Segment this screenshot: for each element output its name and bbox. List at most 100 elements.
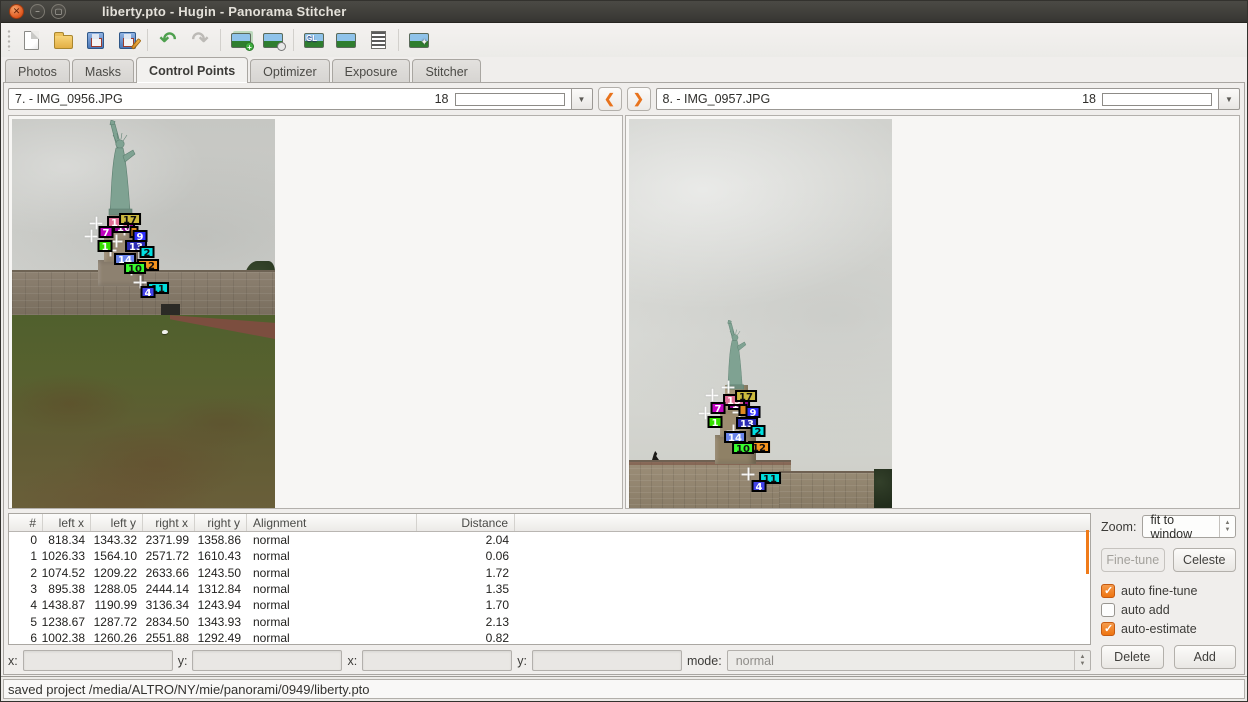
auto-fine-tune-checkbox[interactable] — [1101, 584, 1115, 598]
cp-marker-2[interactable]: 2 — [140, 246, 155, 258]
cp-table-row[interactable]: 0818.341343.322371.991358.86normal2.04 — [9, 532, 1090, 548]
right-image-combo[interactable]: 8. - IMG_0957.JPG 18 ▼ — [656, 88, 1241, 110]
save-project-as-button[interactable] — [112, 26, 142, 54]
delete-add-buttons: Delete Add — [1101, 645, 1236, 672]
cp-marker-2[interactable]: 2 — [751, 425, 766, 437]
zoom-combo[interactable]: fit to window ▲▼ — [1142, 515, 1236, 538]
assistant-button[interactable]: ✦ — [404, 26, 434, 54]
spinner-arrows-icon[interactable]: ▲▼ — [1219, 516, 1235, 537]
save-project-button[interactable] — [80, 26, 110, 54]
delete-button[interactable]: Delete — [1101, 645, 1164, 669]
cp-marker-10[interactable]: 10 — [732, 442, 754, 454]
right-photo-canvas[interactable]: 161517791132141210114 — [629, 119, 892, 509]
checkbox-row-auto-add[interactable]: auto add — [1101, 603, 1236, 617]
title-bar[interactable]: ✕ − ▢ liberty.pto - Hugin - Panorama Sti… — [1, 1, 1247, 23]
save-icon — [87, 32, 104, 49]
previous-pair-button[interactable]: ❮ — [598, 87, 622, 111]
wand-icon: ✦ — [420, 37, 428, 48]
tab-optimizer[interactable]: Optimizer — [250, 59, 329, 83]
close-button[interactable]: ✕ — [9, 4, 24, 19]
tab-photos[interactable]: Photos — [5, 59, 70, 83]
toolbar: ↶ ↷ + GL ✦ — [1, 23, 1247, 57]
cp-marker-4[interactable]: 4 — [141, 286, 156, 298]
add-button[interactable]: Add — [1174, 645, 1237, 669]
y1-label: y: — [178, 654, 188, 668]
left-image-combo[interactable]: 7. - IMG_0956.JPG 18 ▼ — [8, 88, 593, 110]
column-header[interactable]: left y — [91, 514, 143, 531]
tab-masks[interactable]: Masks — [72, 59, 134, 83]
minimize-button[interactable]: − — [30, 4, 45, 19]
cp-marker-1[interactable]: 1 — [708, 416, 723, 428]
left-x-input[interactable] — [23, 650, 173, 671]
coordinate-bar: x: y: x: y: mode: normal ▲▼ — [8, 645, 1091, 673]
spinner-arrows-icon[interactable]: ▲▼ — [1074, 651, 1090, 670]
cp-marker-17[interactable]: 17 — [735, 390, 757, 402]
mode-combo[interactable]: normal ▲▼ — [727, 650, 1091, 671]
right-x-input[interactable] — [362, 650, 512, 671]
redo-button[interactable]: ↷ — [185, 26, 215, 54]
cp-table-row[interactable]: 41438.871190.993136.341243.94normal1.70 — [9, 597, 1090, 613]
mode-value: normal — [728, 654, 1074, 668]
tab-exposure[interactable]: Exposure — [332, 59, 411, 83]
cp-marker-7[interactable]: 7 — [99, 226, 114, 238]
column-header[interactable]: right y — [195, 514, 247, 531]
cp-crosshair[interactable] — [706, 389, 719, 402]
cp-marker-7[interactable]: 7 — [711, 402, 726, 414]
undo-button[interactable]: ↶ — [153, 26, 183, 54]
right-image-pane[interactable]: 161517791132141210114 — [625, 115, 1240, 509]
cp-crosshair[interactable] — [85, 230, 98, 243]
column-header[interactable]: left x — [43, 514, 91, 531]
open-project-button[interactable] — [48, 26, 78, 54]
auto-add-checkbox[interactable] — [1101, 603, 1115, 617]
tab-stitcher[interactable]: Stitcher — [412, 59, 480, 83]
right-image-field[interactable]: 8. - IMG_0957.JPG 18 — [656, 88, 1220, 110]
control-point-table[interactable]: #left xleft yright xright yAlignmentDist… — [8, 513, 1091, 645]
table-column: #left xleft yright xright yAlignmentDist… — [8, 513, 1091, 674]
status-message: saved project /media/ALTRO/NY/mie/panora… — [3, 679, 1245, 699]
statue-of-liberty — [98, 120, 142, 216]
cp-marker-1[interactable]: 1 — [98, 240, 113, 252]
left-image-pane[interactable]: 161517791132141210114 — [8, 115, 623, 509]
maximize-button[interactable]: ▢ — [51, 4, 66, 19]
cp-table-header: #left xleft yright xright yAlignmentDist… — [9, 514, 1090, 532]
gl-preview-button[interactable]: GL — [299, 26, 329, 54]
cp-table-row[interactable]: 21074.521209.222633.661243.50normal1.72 — [9, 565, 1090, 581]
toolbar-grip[interactable] — [6, 29, 12, 51]
right-image-dropdown-button[interactable]: ▼ — [1219, 88, 1240, 110]
add-images-button[interactable]: + — [226, 26, 256, 54]
cp-table-row[interactable]: 3895.381288.052444.141312.84normal1.35 — [9, 581, 1090, 597]
cp-crosshair[interactable] — [742, 468, 755, 481]
status-bar: saved project /media/ALTRO/NY/mie/panora… — [1, 676, 1247, 701]
left-y-input[interactable] — [192, 650, 342, 671]
preview-button[interactable] — [331, 26, 361, 54]
vertical-scrollbar[interactable] — [1086, 530, 1089, 574]
left-photo-canvas[interactable]: 161517791132141210114 — [12, 119, 275, 509]
cp-marker-4[interactable]: 4 — [752, 480, 767, 492]
new-project-button[interactable] — [16, 26, 46, 54]
checkbox-row-auto-fine-tune[interactable]: auto fine-tune — [1101, 584, 1236, 598]
cp-marker-17[interactable]: 17 — [119, 213, 141, 225]
cp-table-row[interactable]: 61002.381260.262551.881292.49normal0.82 — [9, 630, 1090, 645]
cp-table-row[interactable]: 11026.331564.102571.721610.43normal0.06 — [9, 548, 1090, 564]
cp-marker-10[interactable]: 10 — [124, 262, 146, 274]
right-y-input[interactable] — [532, 650, 682, 671]
add-time-series-button[interactable] — [258, 26, 288, 54]
checkbox-row-auto-estimate[interactable]: auto-estimate — [1101, 622, 1236, 636]
column-header[interactable]: Distance — [417, 514, 515, 531]
celeste-button[interactable]: Celeste — [1173, 548, 1237, 572]
fine-tune-button[interactable]: Fine-tune — [1101, 548, 1165, 572]
cp-crosshair[interactable] — [722, 381, 735, 394]
gl-preview-icon: GL — [304, 33, 324, 48]
gl-label: GL — [306, 34, 317, 44]
column-header[interactable]: Alignment — [247, 514, 417, 531]
cp-table-row[interactable]: 51238.671287.722834.501343.93normal2.13 — [9, 613, 1090, 629]
lawn — [12, 315, 275, 509]
column-header[interactable]: right x — [143, 514, 195, 531]
left-image-dropdown-button[interactable]: ▼ — [572, 88, 593, 110]
auto-estimate-checkbox[interactable] — [1101, 622, 1115, 636]
next-pair-button[interactable]: ❯ — [627, 87, 651, 111]
left-image-field[interactable]: 7. - IMG_0956.JPG 18 — [8, 88, 572, 110]
control-point-list-button[interactable] — [363, 26, 393, 54]
column-header[interactable]: # — [9, 514, 43, 531]
tab-control-points[interactable]: Control Points — [136, 57, 248, 83]
